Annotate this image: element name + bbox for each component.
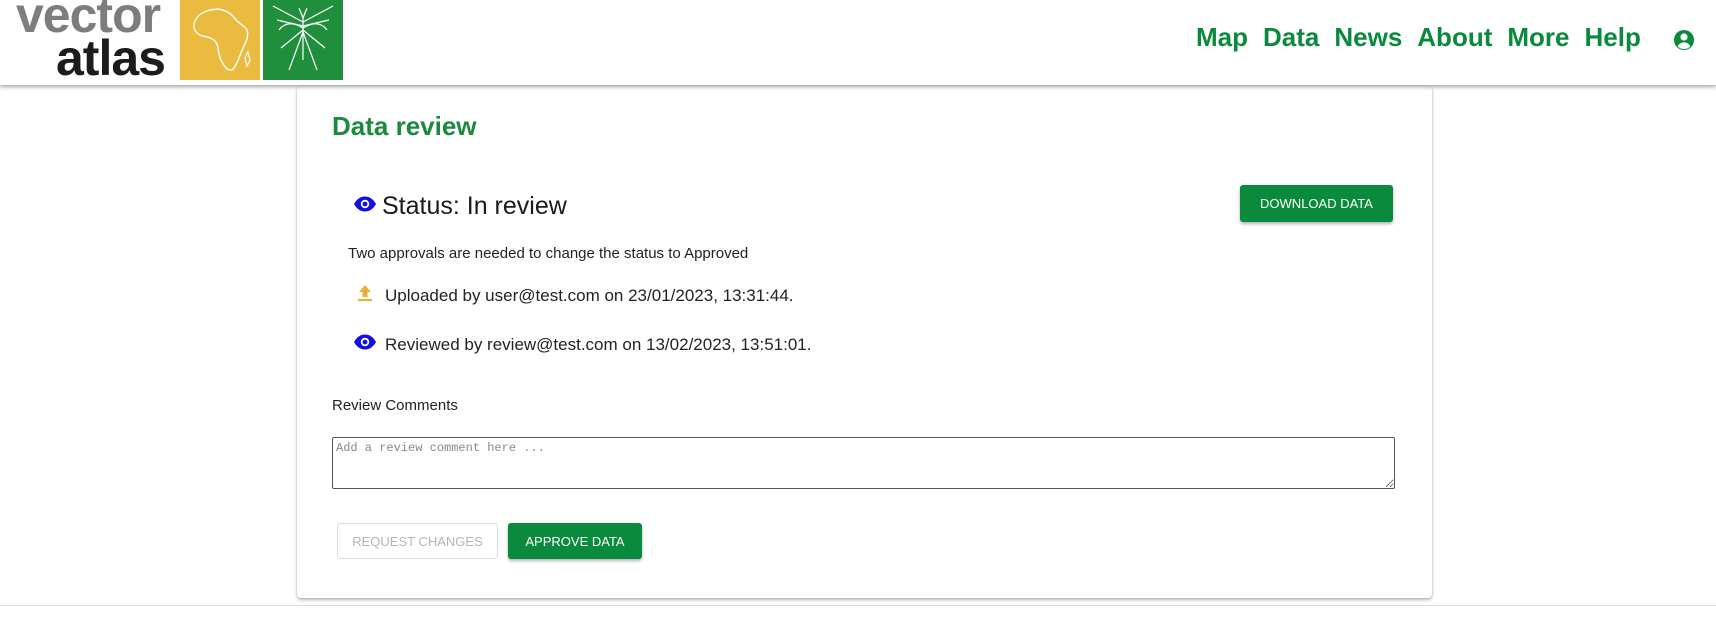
nav-news[interactable]: News [1334, 22, 1402, 53]
mosquito-logo-icon [263, 0, 343, 80]
data-review-card: Data review Status: In review DOWNLOAD D… [297, 86, 1432, 598]
nav-about[interactable]: About [1417, 22, 1492, 53]
vector-atlas-logo[interactable]: vector atlas [16, 0, 166, 86]
africa-logo-icon [180, 0, 260, 80]
eye-icon [353, 334, 377, 355]
upload-icon [353, 284, 377, 307]
approve-data-button[interactable]: APPROVE DATA [508, 523, 642, 559]
approvals-note: Two approvals are needed to change the s… [348, 245, 749, 262]
page-title: Data review [332, 111, 477, 141]
eye-icon [353, 196, 377, 217]
upload-event: Uploaded by user@test.com on 23/01/2023,… [353, 284, 794, 307]
review-comments-label: Review Comments [332, 397, 458, 414]
footer-divider [0, 605, 1716, 606]
logo-word-atlas: atlas [56, 30, 166, 86]
nav-data[interactable]: Data [1263, 22, 1319, 53]
account-circle-icon[interactable] [1673, 29, 1695, 51]
nav-more[interactable]: More [1507, 22, 1569, 53]
request-changes-button[interactable]: REQUEST CHANGES [337, 523, 498, 559]
review-event: Reviewed by review@test.com on 13/02/202… [353, 334, 811, 355]
download-data-button[interactable]: DOWNLOAD DATA [1240, 185, 1393, 222]
review-comment-input[interactable] [332, 437, 1395, 489]
review-event-text: Reviewed by review@test.com on 13/02/202… [385, 334, 812, 354]
nav-help[interactable]: Help [1585, 22, 1641, 53]
nav-map[interactable]: Map [1196, 22, 1248, 53]
upload-event-text: Uploaded by user@test.com on 23/01/2023,… [385, 285, 794, 305]
main-nav: Map Data News About More Help [1196, 22, 1641, 53]
top-header: vector atlas Map Data News About More He… [0, 0, 1716, 85]
status-label: Status: In review [382, 192, 567, 220]
status-row: Status: In review [353, 192, 567, 221]
